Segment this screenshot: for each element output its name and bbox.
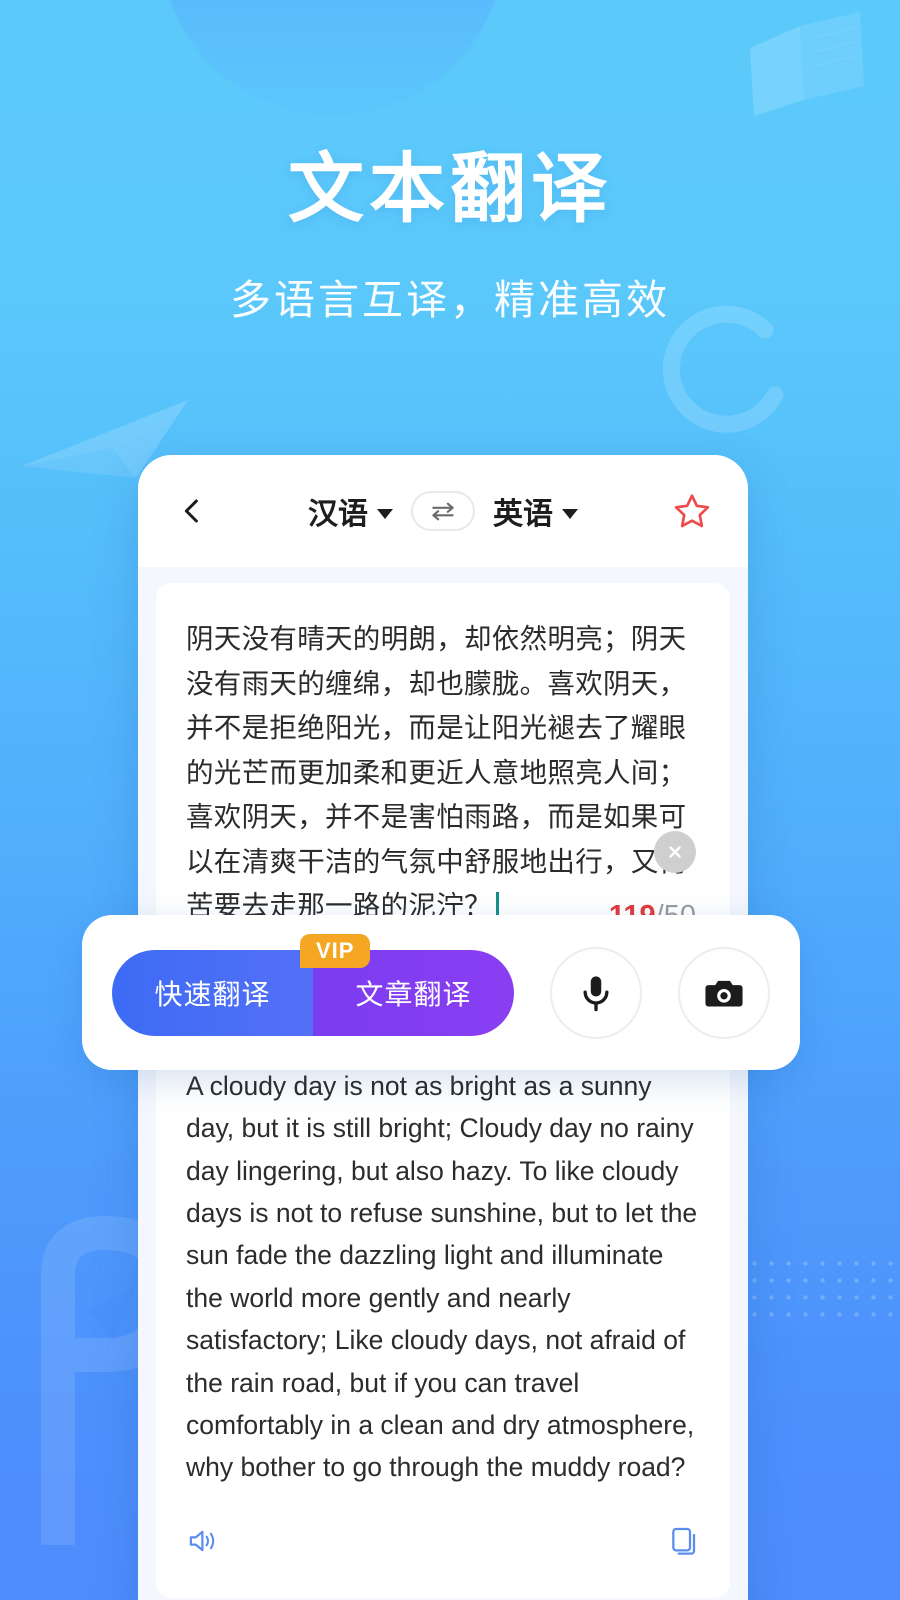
page-subtitle: 多语言互译，精准高效	[230, 276, 670, 323]
chevron-left-icon	[184, 499, 198, 523]
result-actions	[186, 1525, 700, 1562]
clear-text-button[interactable]	[654, 830, 696, 873]
target-language-selector[interactable]: 英语	[493, 489, 578, 533]
camera-icon	[705, 980, 743, 1006]
hero-section: 文本翻译 多语言互译，精准高效	[0, 150, 900, 326]
background-blob-decoration	[160, 0, 505, 115]
book-illustration-decoration	[742, 8, 872, 118]
swap-languages-button[interactable]	[411, 491, 475, 531]
chevron-down-icon	[562, 508, 578, 519]
speak-result-button[interactable]	[186, 1526, 220, 1561]
vip-badge: VIP	[300, 933, 371, 968]
app-header: 汉语 英语	[138, 455, 748, 567]
back-button[interactable]	[172, 491, 212, 531]
result-text: A cloudy day is not as bright as a sunny…	[186, 1070, 698, 1483]
app-content-area: 阴天没有晴天的明朗，却依然明亮；阴天没有雨天的缠绵，却也朦胧。喜欢阴天，并不是拒…	[138, 567, 748, 1600]
speaker-icon	[189, 1530, 215, 1551]
quick-translate-label: 快速翻译	[154, 978, 271, 1010]
source-text-value: 阴天没有晴天的明朗，却依然明亮；阴天没有雨天的缠绵，却也朦胧。喜欢阴天，并不是拒…	[186, 623, 687, 922]
action-toolbar: 快速翻译 文章翻译 VIP	[82, 915, 800, 1070]
source-language-label: 汉语	[308, 498, 368, 531]
article-translate-label: 文章翻译	[355, 978, 472, 1010]
camera-input-button[interactable]	[678, 946, 770, 1039]
star-outline-icon	[674, 494, 710, 528]
voice-input-button[interactable]	[550, 946, 642, 1039]
favorite-button[interactable]	[670, 489, 714, 533]
copy-icon	[672, 1527, 696, 1555]
quick-translate-button[interactable]: 快速翻译	[112, 949, 313, 1036]
microphone-icon	[583, 975, 609, 1011]
copy-result-button[interactable]	[668, 1525, 700, 1562]
swap-horizontal-icon	[432, 502, 454, 521]
page-title: 文本翻译	[288, 147, 612, 232]
app-promo-screen: 文本翻译 多语言互译，精准高效 汉语 英语 阴天没有晴天的明朗，却依然明亮；阴天…	[0, 0, 900, 1600]
source-language-selector[interactable]: 汉语	[308, 489, 393, 533]
source-text-display[interactable]: 阴天没有晴天的明朗，却依然明亮；阴天没有雨天的缠绵，却也朦胧。喜欢阴天，并不是拒…	[186, 617, 700, 929]
language-selector-group: 汉语 英语	[138, 489, 748, 533]
target-language-label: 英语	[493, 498, 553, 531]
translate-mode-segmented-control: 快速翻译 文章翻译 VIP	[112, 933, 514, 1036]
chevron-down-icon	[377, 508, 393, 519]
source-text-card[interactable]: 阴天没有晴天的明朗，却依然明亮；阴天没有雨天的缠绵，却也朦胧。喜欢阴天，并不是拒…	[156, 583, 730, 951]
close-icon	[669, 846, 681, 858]
